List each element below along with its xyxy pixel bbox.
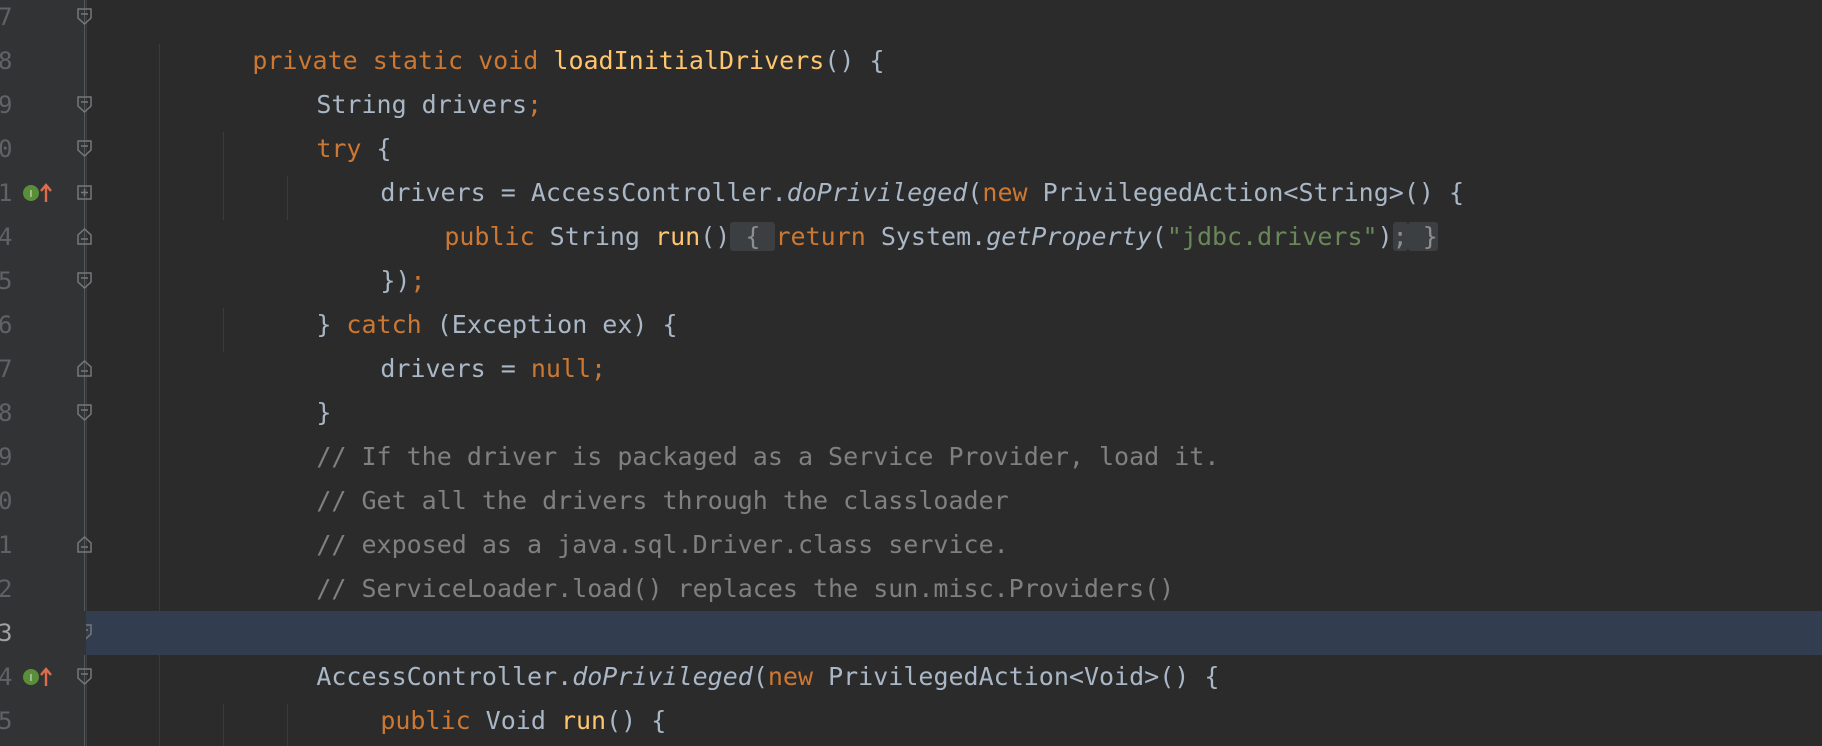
code-line[interactable]: 4 }); bbox=[0, 215, 1822, 295]
line-number: 5 bbox=[0, 267, 13, 295]
code-fold-icon[interactable] bbox=[77, 96, 92, 113]
code-line[interactable]: 5 bbox=[0, 699, 1822, 743]
code-line[interactable]: 0 // exposed as a java.sql.Driver.class … bbox=[0, 479, 1822, 559]
code-fold-icon[interactable] bbox=[77, 8, 92, 25]
code-line[interactable]: 9 // Get all the drivers through the cla… bbox=[0, 435, 1822, 515]
line-number: 8 bbox=[0, 399, 13, 427]
code-line[interactable]: 8 String drivers; bbox=[0, 39, 1822, 119]
line-number: 2 bbox=[0, 575, 13, 603]
code-line[interactable]: 6 drivers = null; bbox=[0, 303, 1822, 383]
line-number: 7 bbox=[0, 355, 13, 383]
line-number: 1 bbox=[0, 179, 13, 207]
line-number: 4 bbox=[0, 663, 13, 691]
code-line[interactable]: 5 } catch (Exception ex) { bbox=[0, 259, 1822, 339]
line-number: 4 bbox=[0, 223, 13, 251]
svg-text:I: I bbox=[30, 189, 33, 200]
code-fold-icon[interactable] bbox=[77, 140, 92, 157]
current-line-gutter-highlight bbox=[0, 611, 86, 655]
line-number: 8 bbox=[0, 47, 13, 75]
code-fold-icon[interactable] bbox=[77, 668, 92, 685]
code-line[interactable]: 4 I public Void run() { bbox=[0, 655, 1822, 735]
code-fold-end-icon[interactable] bbox=[77, 228, 92, 245]
code-fold-icon[interactable] bbox=[77, 404, 92, 421]
line-number: 1 bbox=[0, 531, 13, 559]
implementation-up-arrow-icon[interactable]: I bbox=[22, 181, 56, 205]
line-number: 5 bbox=[0, 707, 13, 735]
line-number: 7 bbox=[0, 3, 13, 31]
code-line[interactable]: 7 } bbox=[0, 347, 1822, 427]
code-line[interactable]: 2 bbox=[0, 567, 1822, 611]
code-fold-end-icon[interactable] bbox=[77, 360, 92, 377]
code-line[interactable]: 1 // ServiceLoader.load() replaces the s… bbox=[0, 523, 1822, 603]
expand-fold-icon[interactable] bbox=[77, 184, 92, 201]
line-number: 9 bbox=[0, 91, 13, 119]
code-line[interactable]: 8 // If the driver is packaged as a Serv… bbox=[0, 391, 1822, 471]
code-editor[interactable]: 7 private static void loadInitialDrivers… bbox=[0, 0, 1822, 746]
code-line[interactable]: 7 private static void loadInitialDrivers… bbox=[0, 0, 1822, 75]
code-fold-end-icon[interactable] bbox=[77, 536, 92, 553]
line-number: 0 bbox=[0, 487, 13, 515]
code-line[interactable]: 0 drivers = AccessController.doPrivilege… bbox=[0, 127, 1822, 207]
implementation-up-arrow-icon[interactable]: I bbox=[22, 665, 56, 689]
code-line[interactable]: 1 I public String run() { return System.… bbox=[0, 171, 1822, 251]
current-line-number: 3 bbox=[0, 619, 13, 647]
line-number: 0 bbox=[0, 135, 13, 163]
line-number: 9 bbox=[0, 443, 13, 471]
current-code-line[interactable]: 3 AccessController.doPrivileged(new Priv… bbox=[0, 611, 1822, 691]
svg-text:I: I bbox=[30, 673, 33, 684]
code-line[interactable]: 9 try { bbox=[0, 83, 1822, 163]
line-number: 6 bbox=[0, 311, 13, 339]
code-fold-icon[interactable] bbox=[77, 272, 92, 289]
